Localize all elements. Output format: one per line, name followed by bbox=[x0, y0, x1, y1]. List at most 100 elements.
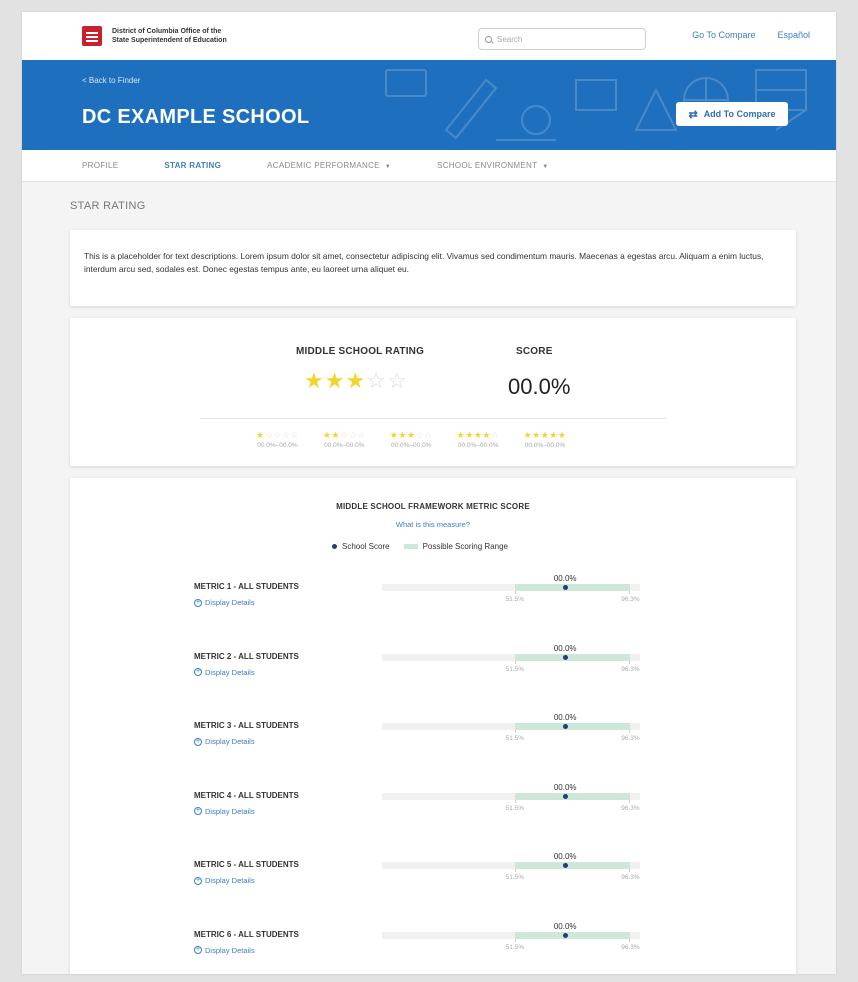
add-to-compare-label: Add To Compare bbox=[703, 109, 776, 119]
display-details-label: Display Details bbox=[205, 806, 255, 816]
display-details-label: Display Details bbox=[205, 598, 255, 607]
plus-circle-icon: + bbox=[194, 876, 202, 885]
range-max-tick bbox=[629, 869, 631, 872]
metric-row: METRIC 5 - ALL STUDENTS + Display Details 0… bbox=[70, 852, 796, 914]
display-details-link[interactable]: + Display Details bbox=[194, 598, 255, 607]
tab-school-environment[interactable]: SCHOOL ENVIRONMENT ▼ bbox=[437, 161, 548, 170]
star-scale-item: ★★★★☆ 00.0%–00.0% bbox=[457, 430, 500, 449]
school-score-marker bbox=[562, 654, 568, 660]
star-scale-range: 00.0%–00.0% bbox=[257, 442, 298, 449]
metric-score-label: 00.0% bbox=[553, 782, 577, 792]
star-filled-icon: ★ bbox=[398, 430, 407, 440]
range-min-tick bbox=[514, 869, 516, 872]
osse-logo[interactable] bbox=[82, 26, 102, 46]
add-to-compare-button[interactable]: ⇄ Add To Compare bbox=[676, 102, 788, 126]
school-score-marker bbox=[562, 932, 568, 938]
metric-score-track: 00.0% 51.5% 96.3% bbox=[382, 783, 640, 812]
star-scale-stars: ★★☆☆☆ bbox=[323, 430, 366, 440]
star-filled-icon: ★ bbox=[256, 430, 265, 440]
search-placeholder: Search bbox=[497, 34, 523, 44]
display-details-label: Display Details bbox=[205, 945, 255, 955]
star-empty-icon: ☆ bbox=[415, 430, 425, 440]
range-min-tick bbox=[514, 730, 516, 733]
school-score-dot-icon bbox=[332, 544, 337, 549]
possible-scoring-range-bar bbox=[514, 862, 631, 869]
school-score-marker bbox=[562, 724, 568, 729]
range-min-label: 51.5% bbox=[505, 596, 525, 603]
legend-scoring-range: Possible Scoring Range bbox=[403, 542, 508, 551]
metric-label: METRIC 3 - ALL STUDENTS bbox=[194, 721, 299, 730]
star-scale-item: ★☆☆☆☆ 00.0%–00.0% bbox=[256, 430, 299, 449]
star-empty-icon: ☆ bbox=[386, 368, 408, 393]
display-details-link[interactable]: + Display Details bbox=[194, 668, 255, 677]
display-details-label: Display Details bbox=[205, 667, 255, 677]
top-bar: District of Columbia Office of the State… bbox=[22, 12, 836, 60]
star-scale-legend: ★☆☆☆☆ 00.0%–00.0% ★★☆☆☆ 00.0%–00.0% ★★★☆☆ 00.… bbox=[256, 430, 566, 449]
plus-circle-icon: + bbox=[194, 737, 202, 746]
range-max-tick bbox=[629, 938, 631, 942]
range-min-tick bbox=[514, 660, 516, 664]
star-filled-icon: ★ bbox=[523, 430, 533, 440]
tab-profile[interactable]: PROFILE bbox=[82, 161, 118, 170]
description-card: This is a placeholder for text descripti… bbox=[70, 230, 796, 306]
metric-label: METRIC 5 - ALL STUDENTS bbox=[194, 860, 299, 869]
metric-row: METRIC 6 - ALL STUDENTS + Display Details 0… bbox=[70, 921, 796, 975]
star-scale-range: 00.0%–00.0% bbox=[457, 442, 499, 449]
section-tabs: PROFILE STAR RATING ACADEMIC PERFORMANCE… bbox=[22, 150, 836, 182]
range-min-label: 51.5% bbox=[505, 665, 525, 673]
range-min-label: 51.5% bbox=[505, 874, 525, 881]
display-details-link[interactable]: + Display Details bbox=[194, 807, 255, 816]
metric-label: METRIC 2 - ALL STUDENTS bbox=[194, 651, 299, 661]
display-details-link[interactable]: + Display Details bbox=[194, 946, 255, 955]
star-scale-item: ★★☆☆☆ 00.0%–00.0% bbox=[323, 430, 366, 449]
possible-scoring-range-bar bbox=[514, 931, 631, 939]
metric-label: METRIC 1 - ALL STUDENTS bbox=[194, 582, 299, 591]
display-details-label: Display Details bbox=[205, 876, 255, 885]
what-is-this-measure-link[interactable]: What is this measure? bbox=[70, 520, 796, 529]
divider bbox=[200, 418, 666, 419]
metrics-legend: School Score Possible Scoring Range bbox=[332, 542, 508, 551]
caret-down-icon: ▼ bbox=[384, 164, 392, 170]
range-min-label: 51.5% bbox=[505, 804, 525, 812]
plus-circle-icon: + bbox=[194, 668, 202, 676]
language-link[interactable]: Español bbox=[777, 30, 810, 40]
star-scale-item: ★★★☆☆ 00.0%–00.0% bbox=[390, 430, 433, 449]
metric-score-track: 00.0% 51.5% 96.3% bbox=[382, 644, 640, 673]
star-scale-stars: ★★★☆☆ bbox=[390, 430, 433, 440]
metric-row: METRIC 3 - ALL STUDENTS + Display Details 0… bbox=[70, 713, 796, 775]
star-filled-icon: ★ bbox=[331, 430, 341, 440]
range-max-tick bbox=[629, 799, 631, 803]
star-filled-icon: ★ bbox=[465, 430, 474, 440]
star-empty-icon: ☆ bbox=[357, 430, 366, 440]
school-score-marker bbox=[562, 793, 568, 799]
go-to-compare-link[interactable]: Go To Compare bbox=[692, 30, 755, 40]
metric-row: METRIC 1 - ALL STUDENTS + Display Details 0… bbox=[70, 574, 796, 636]
display-details-label: Display Details bbox=[205, 737, 255, 746]
description-text: This is a placeholder for text descripti… bbox=[84, 251, 764, 274]
range-min-label: 51.5% bbox=[505, 735, 525, 742]
score-heading: SCORE bbox=[516, 346, 553, 357]
tab-star-rating[interactable]: STAR RATING bbox=[164, 161, 221, 170]
display-details-link[interactable]: + Display Details bbox=[194, 876, 255, 885]
possible-scoring-range-bar bbox=[514, 792, 631, 800]
range-swatch-icon bbox=[403, 544, 418, 549]
metric-score-label: 00.0% bbox=[553, 921, 577, 931]
star-empty-icon: ☆ bbox=[490, 430, 500, 440]
range-max-label: 96.3% bbox=[621, 943, 640, 951]
star-rating: ★★★☆☆ bbox=[304, 370, 408, 392]
school-score-marker bbox=[562, 585, 568, 590]
star-filled-icon: ★ bbox=[456, 430, 466, 440]
tab-academic-performance[interactable]: ACADEMIC PERFORMANCE ▼ bbox=[267, 161, 391, 170]
rating-heading: MIDDLE SCHOOL RATING bbox=[296, 346, 425, 357]
search-input[interactable]: Search bbox=[478, 28, 646, 50]
range-max-label: 96.3% bbox=[621, 596, 640, 603]
range-min-tick bbox=[514, 938, 516, 942]
display-details-link[interactable]: + Display Details bbox=[194, 737, 255, 746]
back-to-finder-link[interactable]: < Back to Finder bbox=[82, 76, 140, 85]
star-scale-range: 00.0%–00.0% bbox=[324, 442, 365, 449]
range-max-label: 96.3% bbox=[621, 665, 640, 673]
range-min-tick bbox=[514, 591, 516, 594]
star-scale-stars: ★★★★★ bbox=[524, 430, 567, 440]
star-filled-icon: ★ bbox=[540, 430, 550, 440]
star-empty-icon: ☆ bbox=[424, 430, 433, 440]
